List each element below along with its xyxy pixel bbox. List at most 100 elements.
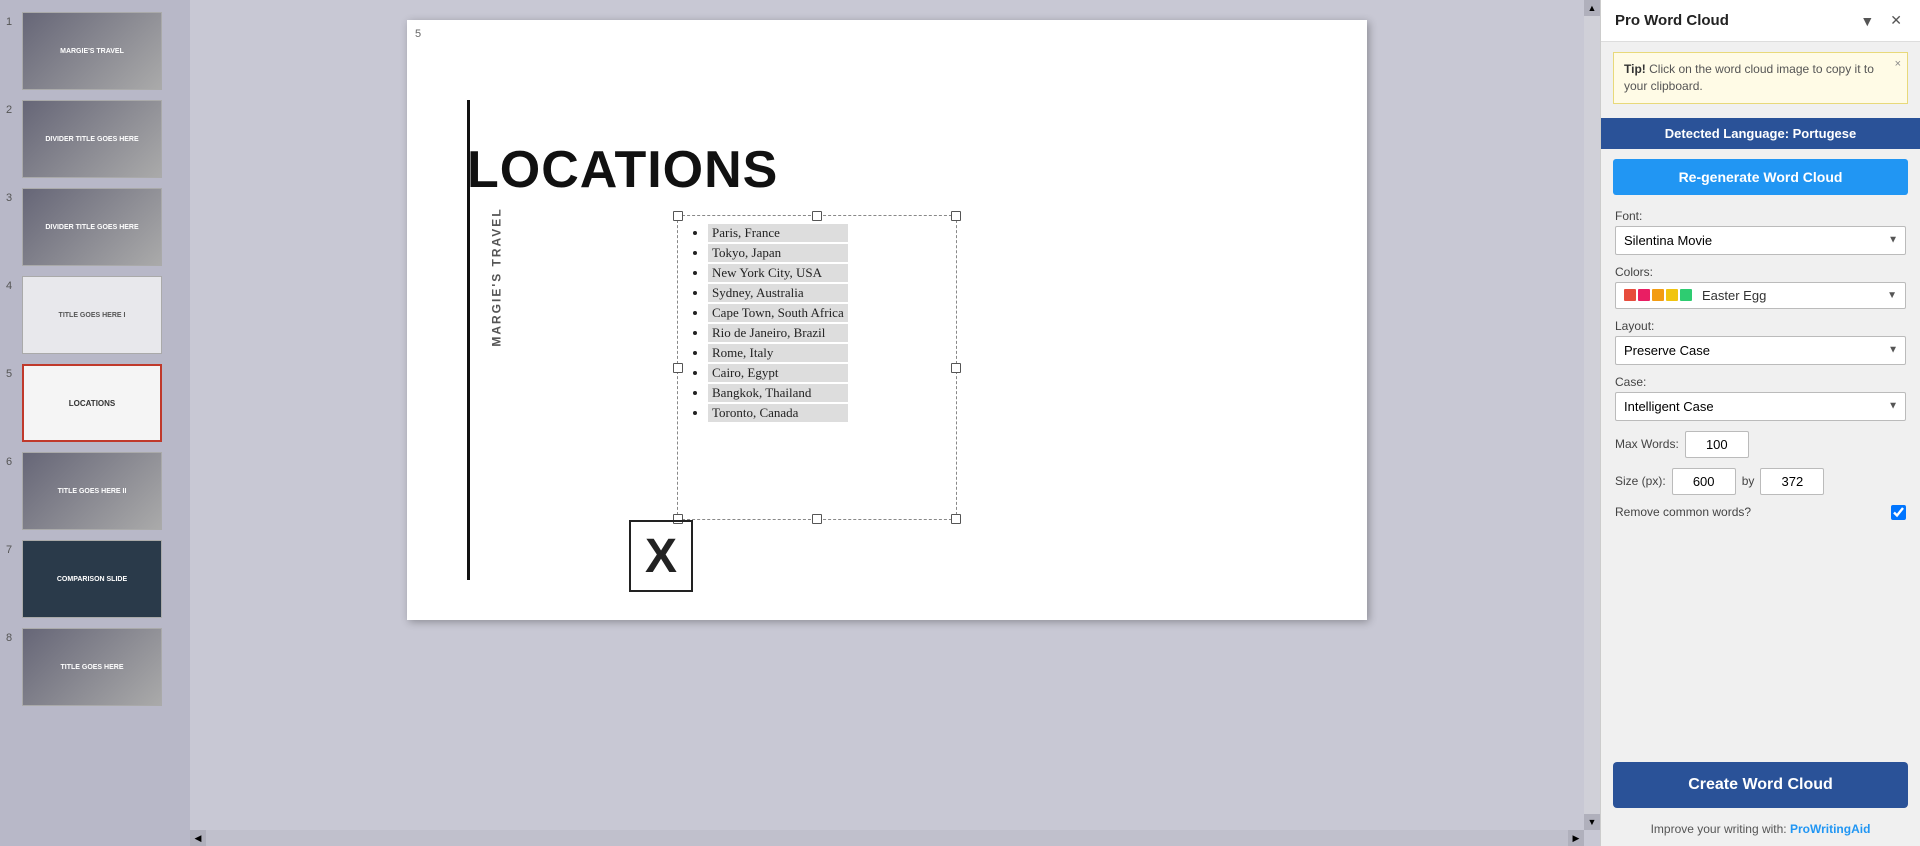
slide-page-number: 5 <box>415 28 421 40</box>
thumb-box-6: TITLE GOES HERE II <box>22 452 162 530</box>
create-word-cloud-button[interactable]: Create Word Cloud <box>1613 762 1908 808</box>
max-words-label: Max Words: <box>1615 437 1679 451</box>
location-item: Cape Town, South Africa <box>708 304 848 322</box>
tip-box: Tip! Click on the word cloud image to co… <box>1613 52 1908 104</box>
max-words-input[interactable] <box>1685 431 1749 458</box>
thumb-number-5: 5 <box>6 368 22 380</box>
thumb-number-6: 6 <box>6 456 22 468</box>
case-dropdown[interactable]: Intelligent Case <box>1615 392 1906 421</box>
font-setting: Font: Silentina Movie ▼ <box>1615 209 1906 255</box>
color-swatch-1 <box>1638 289 1650 301</box>
location-item: Tokyo, Japan <box>708 244 848 262</box>
tip-text: Click on the word cloud image to copy it… <box>1624 62 1874 93</box>
location-item: Sydney, Australia <box>708 284 848 302</box>
thumbnail-item-6[interactable]: 6TITLE GOES HERE II <box>0 448 190 534</box>
main-canvas-area: 5 MARGIE'S TRAVEL LOCATIONS Paris, Franc… <box>190 0 1600 846</box>
footer-link[interactable]: ProWritingAid <box>1790 822 1870 836</box>
language-bar: Detected Language: Portugese <box>1601 118 1920 149</box>
thumb-number-8: 8 <box>6 632 22 644</box>
tip-close-btn[interactable]: × <box>1895 57 1901 72</box>
panel-close-btn[interactable]: ✕ <box>1886 10 1906 31</box>
thumb-inner-6: TITLE GOES HERE II <box>23 453 161 529</box>
panel-chevron-btn[interactable]: ▼ <box>1856 11 1878 31</box>
vertical-scrollbar[interactable]: ▲ ▼ <box>1584 0 1600 830</box>
x-box: X <box>629 520 693 592</box>
thumb-box-2: DIVIDER TITLE GOES HERE <box>22 100 162 178</box>
layout-setting: Layout: Preserve Case ▼ <box>1615 319 1906 365</box>
thumbnail-item-2[interactable]: 2DIVIDER TITLE GOES HERE <box>0 96 190 182</box>
footer-text: Improve your writing with: <box>1651 822 1790 836</box>
thumbnail-item-1[interactable]: 1MARGIE'S TRAVEL <box>0 8 190 94</box>
colors-chevron-icon: ▼ <box>1887 290 1897 301</box>
remove-common-checkbox[interactable] <box>1891 505 1906 520</box>
settings-section: Font: Silentina Movie ▼ Colors: Easter E… <box>1601 201 1920 754</box>
case-setting: Case: Intelligent Case ▼ <box>1615 375 1906 421</box>
handle-bm[interactable] <box>812 514 822 524</box>
thumb-inner-8: TITLE GOES HERE <box>23 629 161 705</box>
color-swatches <box>1624 289 1692 301</box>
thumbnail-item-3[interactable]: 3DIVIDER TITLE GOES HERE <box>0 184 190 270</box>
handle-mr[interactable] <box>951 363 961 373</box>
case-label: Case: <box>1615 375 1906 389</box>
panel-title: Pro Word Cloud <box>1615 12 1729 29</box>
right-panel: Pro Word Cloud ▼ ✕ Tip! Click on the wor… <box>1600 0 1920 846</box>
locations-textbox[interactable]: Paris, France Tokyo, Japan New York City, … <box>677 215 957 520</box>
scroll-up-btn[interactable]: ▲ <box>1584 0 1600 16</box>
panel-header: Pro Word Cloud ▼ ✕ <box>1601 0 1920 42</box>
font-label: Font: <box>1615 209 1906 223</box>
location-item: Rome, Italy <box>708 344 848 362</box>
thumb-number-3: 3 <box>6 192 22 204</box>
handle-tr[interactable] <box>951 211 961 221</box>
thumb-number-7: 7 <box>6 544 22 556</box>
layout-dropdown[interactable]: Preserve Case <box>1615 336 1906 365</box>
canvas-wrapper: 5 MARGIE'S TRAVEL LOCATIONS Paris, Franc… <box>190 0 1584 830</box>
thumb-box-5: LOCATIONS <box>22 364 162 442</box>
x-symbol: X <box>645 529 677 584</box>
scroll-right-btn[interactable]: ▶ <box>1568 830 1584 846</box>
handle-tm[interactable] <box>812 211 822 221</box>
scroll-down-btn[interactable]: ▼ <box>1584 814 1600 830</box>
color-swatch-4 <box>1680 289 1692 301</box>
thumbnail-item-5[interactable]: 5LOCATIONS <box>0 360 190 446</box>
size-width-input[interactable] <box>1672 468 1736 495</box>
thumbnail-panel: 1MARGIE'S TRAVEL2DIVIDER TITLE GOES HERE… <box>0 0 190 846</box>
scroll-left-btn[interactable]: ◀ <box>190 830 206 846</box>
location-item: Bangkok, Thailand <box>708 384 848 402</box>
size-label: Size (px): <box>1615 474 1666 488</box>
case-dropdown-wrapper: Intelligent Case ▼ <box>1615 392 1906 421</box>
thumbnail-item-4[interactable]: 4TITLE GOES HERE I <box>0 272 190 358</box>
thumb-number-1: 1 <box>6 16 22 28</box>
max-words-setting: Max Words: <box>1615 431 1906 458</box>
thumb-box-4: TITLE GOES HERE I <box>22 276 162 354</box>
size-by-label: by <box>1742 474 1755 488</box>
scroll-track-v[interactable] <box>1584 16 1600 814</box>
thumb-box-3: DIVIDER TITLE GOES HERE <box>22 188 162 266</box>
thumb-box-8: TITLE GOES HERE <box>22 628 162 706</box>
handle-ml[interactable] <box>673 363 683 373</box>
colors-value: Easter Egg <box>1702 288 1766 303</box>
thumb-inner-7: COMPARISON SLIDE <box>23 541 161 617</box>
thumb-number-2: 2 <box>6 104 22 116</box>
thumb-inner-1: MARGIE'S TRAVEL <box>23 13 161 89</box>
regenerate-button[interactable]: Re-generate Word Cloud <box>1613 159 1908 195</box>
colors-dropdown[interactable]: Easter Egg ▼ <box>1615 282 1906 309</box>
slide-title: LOCATIONS <box>467 140 778 200</box>
remove-common-setting: Remove common words? <box>1615 505 1906 520</box>
horizontal-scrollbar[interactable]: ◀ ▶ <box>190 830 1584 846</box>
location-item: Paris, France <box>708 224 848 242</box>
panel-header-icons: ▼ ✕ <box>1856 10 1906 31</box>
thumb-box-1: MARGIE'S TRAVEL <box>22 12 162 90</box>
handle-br[interactable] <box>951 514 961 524</box>
location-item: Toronto, Canada <box>708 404 848 422</box>
font-dropdown[interactable]: Silentina Movie <box>1615 226 1906 255</box>
vertical-label: MARGIE'S TRAVEL <box>490 207 504 346</box>
slide-canvas[interactable]: 5 MARGIE'S TRAVEL LOCATIONS Paris, Franc… <box>407 20 1367 620</box>
handle-tl[interactable] <box>673 211 683 221</box>
thumbnail-item-7[interactable]: 7COMPARISON SLIDE <box>0 536 190 622</box>
location-item: New York City, USA <box>708 264 848 282</box>
thumbnail-item-8[interactable]: 8TITLE GOES HERE <box>0 624 190 710</box>
location-item: Cairo, Egypt <box>708 364 848 382</box>
size-height-input[interactable] <box>1760 468 1824 495</box>
color-swatch-2 <box>1652 289 1664 301</box>
colors-setting: Colors: Easter Egg ▼ <box>1615 265 1906 309</box>
